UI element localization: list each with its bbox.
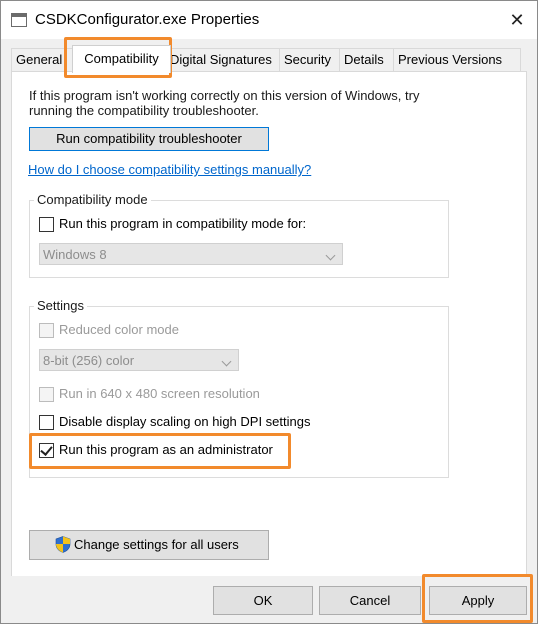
change-all-users-label: Change settings for all users	[74, 537, 239, 552]
properties-dialog: CSDKConfigurator.exe Properties ✕ Genera…	[0, 0, 538, 624]
tab-previous-versions[interactable]: Previous Versions	[393, 48, 521, 71]
reduced-color-checkbox	[39, 323, 54, 338]
checkmark-icon	[40, 443, 53, 456]
chevron-down-icon	[221, 356, 232, 367]
close-icon[interactable]: ✕	[497, 1, 537, 39]
change-all-users-button[interactable]: Change settings for all users	[29, 530, 269, 560]
tab-general[interactable]: General	[11, 48, 77, 71]
compat-mode-checkbox[interactable]	[39, 217, 54, 232]
color-depth-select: 8-bit (256) color	[39, 349, 239, 371]
ok-button[interactable]: OK	[213, 586, 313, 615]
color-depth-value: 8-bit (256) color	[43, 353, 135, 368]
apply-button[interactable]: Apply	[429, 586, 527, 615]
run-as-admin-checkbox[interactable]	[39, 443, 54, 458]
tab-details[interactable]: Details	[339, 48, 399, 71]
run-troubleshooter-button[interactable]: Run compatibility troubleshooter	[29, 127, 269, 151]
chevron-down-icon	[325, 250, 336, 261]
resolution-checkbox	[39, 387, 54, 402]
os-version-value: Windows 8	[43, 247, 107, 262]
resolution-label: Run in 640 x 480 screen resolution	[59, 386, 260, 401]
tab-digital-signatures[interactable]: Digital Signatures	[165, 48, 285, 71]
os-version-select[interactable]: Windows 8	[39, 243, 343, 265]
tab-compatibility[interactable]: Compatibility	[72, 45, 171, 73]
dpi-scaling-label: Disable display scaling on high DPI sett…	[59, 414, 311, 429]
settings-title: Settings	[34, 298, 87, 313]
intro-text: If this program isn't working correctly …	[29, 88, 420, 118]
app-window-icon	[11, 13, 27, 27]
help-link[interactable]: How do I choose compatibility settings m…	[28, 162, 311, 177]
cancel-button[interactable]: Cancel	[319, 586, 421, 615]
compat-mode-label: Run this program in compatibility mode f…	[59, 216, 307, 231]
dpi-scaling-checkbox[interactable]	[39, 415, 54, 430]
compatibility-mode-group	[29, 200, 449, 278]
tab-security[interactable]: Security	[279, 48, 345, 71]
uac-shield-icon	[55, 536, 71, 553]
compatibility-mode-title: Compatibility mode	[34, 192, 151, 207]
window-title: CSDKConfigurator.exe Properties	[35, 11, 260, 28]
reduced-color-label: Reduced color mode	[59, 322, 179, 337]
tab-strip: General Compatibility Digital Signatures…	[11, 45, 531, 73]
title-bar: CSDKConfigurator.exe Properties ✕	[1, 1, 537, 39]
run-as-admin-label: Run this program as an administrator	[59, 442, 273, 457]
